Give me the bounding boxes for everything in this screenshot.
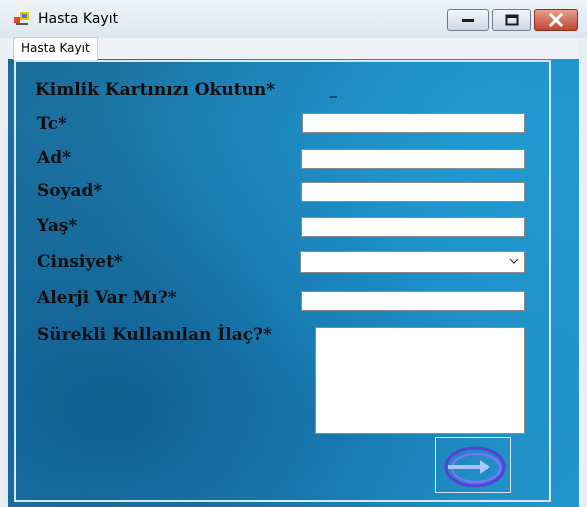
alerji-input[interactable] — [301, 291, 525, 311]
yas-input[interactable] — [301, 217, 525, 237]
tc-label: Tc* — [37, 114, 67, 134]
cinsiyet-select[interactable] — [300, 251, 525, 273]
cinsiyet-label: Cinsiyet* — [37, 252, 123, 272]
id-card-value: _ — [330, 82, 337, 98]
app-icon — [14, 12, 29, 25]
soyad-input[interactable] — [301, 182, 525, 202]
ilac-label: Sürekli Kullanılan İlaç?* — [37, 325, 272, 345]
close-icon — [548, 13, 564, 27]
title-bar: Hasta Kayıt — [0, 0, 587, 38]
window-title: Hasta Kayıt — [38, 11, 119, 27]
ilac-textarea[interactable] — [315, 327, 525, 434]
close-button[interactable] — [534, 9, 578, 31]
alerji-label: Alerji Var Mı?* — [37, 288, 177, 308]
tc-input[interactable] — [302, 113, 525, 133]
id-card-label: Kimlik Kartınızı Okutun* — [35, 80, 276, 100]
soyad-label: Soyad* — [37, 181, 103, 201]
minimize-button[interactable] — [447, 9, 489, 31]
tab-hasta-kayit[interactable]: Hasta Kayıt — [13, 37, 98, 60]
maximize-icon — [505, 14, 518, 26]
yas-label: Yaş* — [37, 216, 78, 236]
next-button[interactable] — [435, 437, 511, 493]
app-window: Hasta Kayıt Hasta Kayıt Kimlik Kartınızı… — [0, 0, 587, 507]
maximize-button[interactable] — [492, 9, 531, 31]
ad-label: Ad* — [37, 148, 71, 168]
ad-input[interactable] — [301, 149, 525, 169]
minimize-icon — [462, 19, 474, 22]
chevron-down-icon — [509, 258, 519, 264]
arrow-right-icon — [444, 446, 506, 488]
